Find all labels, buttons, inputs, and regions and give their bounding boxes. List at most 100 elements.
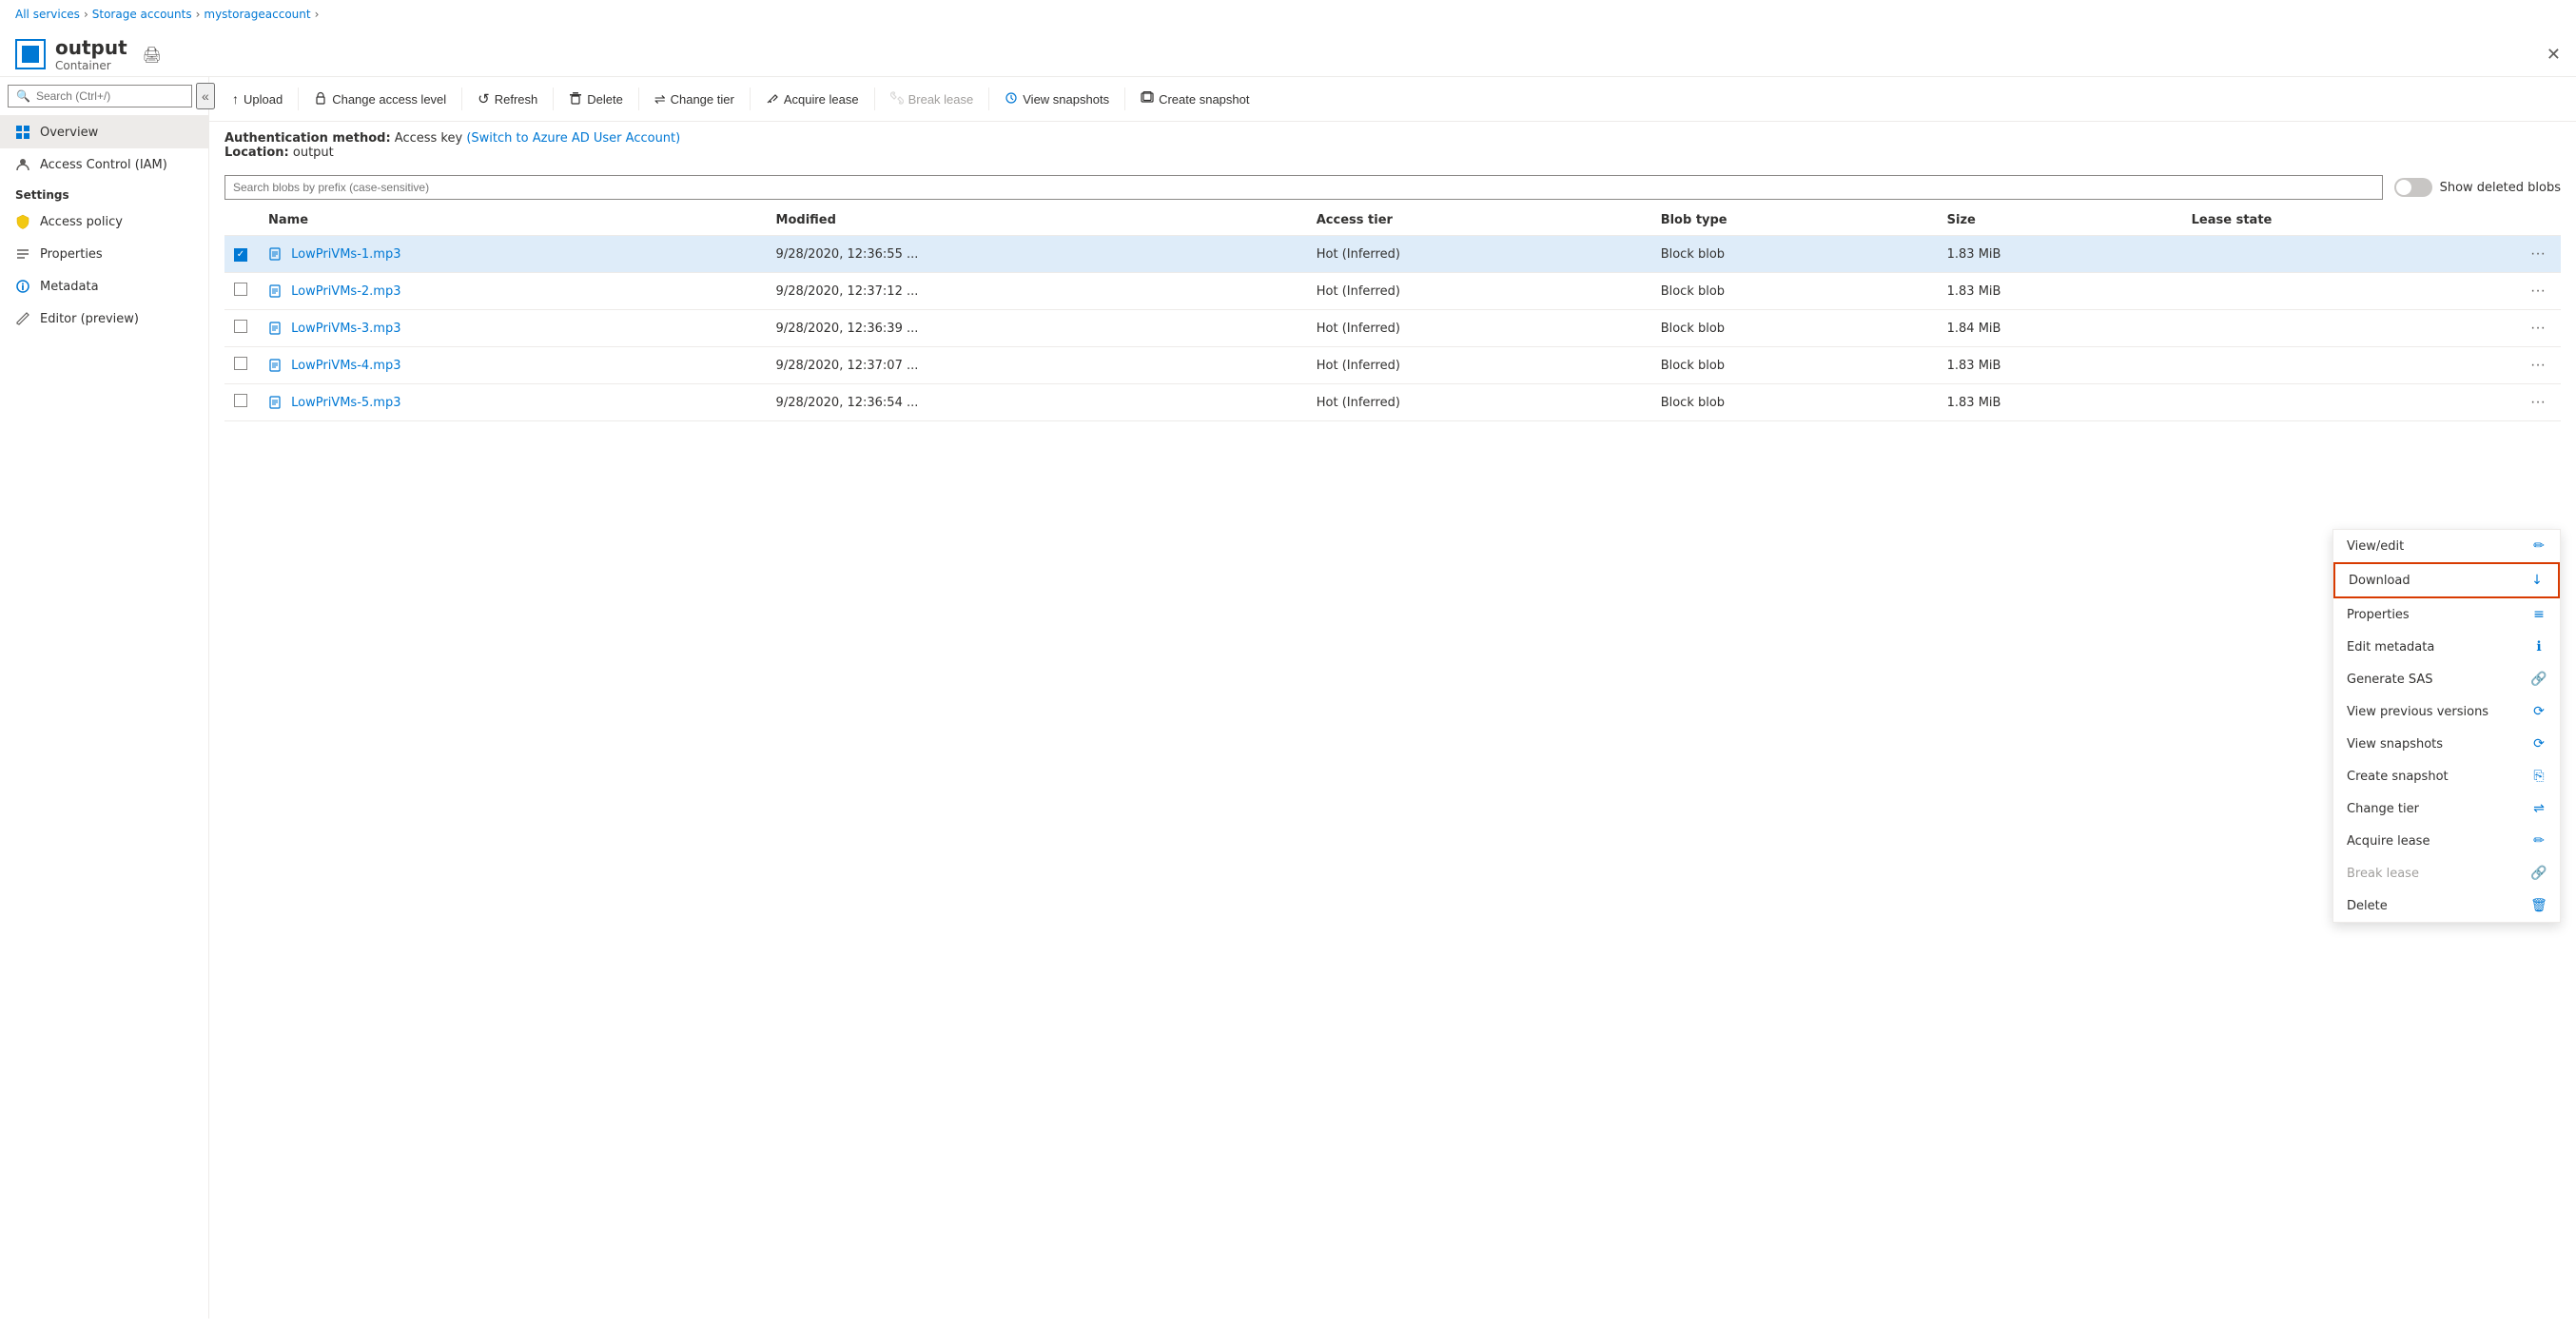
menu-item-acquire-lease[interactable]: Acquire lease ✏ xyxy=(2333,825,2560,857)
row-checkbox-1[interactable] xyxy=(224,236,259,273)
tier-icon: ⇌ xyxy=(654,91,666,107)
col-modified[interactable]: Modified xyxy=(767,205,1307,236)
menu-item-change-tier[interactable]: Change tier ⇌ xyxy=(2333,792,2560,825)
change-access-button[interactable]: Change access level xyxy=(306,86,454,113)
content-area: ↑ Upload Change access level ↺ Refresh xyxy=(209,77,2576,1318)
file-name-5[interactable]: LowPriVMs-5.mp3 xyxy=(291,396,400,410)
row-checkbox-5[interactable] xyxy=(224,384,259,421)
checkbox-2[interactable] xyxy=(234,283,247,296)
blob-search-input[interactable] xyxy=(233,181,2374,194)
overview-icon xyxy=(15,125,30,140)
breadcrumb-all-services[interactable]: All services xyxy=(15,8,80,21)
toggle-thumb xyxy=(2396,180,2411,195)
checkbox-4[interactable] xyxy=(234,357,247,370)
dots-button-2[interactable]: ··· xyxy=(2525,281,2551,302)
row-checkbox-4[interactable] xyxy=(224,347,259,384)
col-name[interactable]: Name xyxy=(259,205,767,236)
row-dots-2[interactable]: ··· xyxy=(2515,273,2561,310)
row-dots-5[interactable]: ··· xyxy=(2515,384,2561,421)
menu-icon-create-snapshot: ⎘ xyxy=(2531,769,2547,784)
row-access-tier-5: Hot (Inferred) xyxy=(1307,384,1651,421)
menu-label-generate-sas: Generate SAS xyxy=(2347,673,2433,687)
file-name-3[interactable]: LowPriVMs-3.mp3 xyxy=(291,322,400,336)
row-checkbox-3[interactable] xyxy=(224,310,259,347)
row-access-tier-2: Hot (Inferred) xyxy=(1307,273,1651,310)
show-deleted-toggle[interactable] xyxy=(2394,178,2432,197)
menu-item-view-prev-versions[interactable]: View previous versions ⟳ xyxy=(2333,695,2560,728)
toolbar-separator-3 xyxy=(553,88,554,110)
sidebar-editor-label: Editor (preview) xyxy=(40,312,139,326)
toolbar-separator-4 xyxy=(638,88,639,110)
row-access-tier-1: Hot (Inferred) xyxy=(1307,236,1651,273)
file-icon-4 xyxy=(268,359,285,373)
menu-item-view-edit[interactable]: View/edit ✏ xyxy=(2333,530,2560,562)
breadcrumb-mystorageaccount[interactable]: mystorageaccount xyxy=(204,8,310,21)
sidebar-item-access-policy[interactable]: Access policy xyxy=(0,205,208,238)
sidebar-item-overview[interactable]: Overview xyxy=(0,116,208,148)
menu-item-generate-sas[interactable]: Generate SAS 🔗 xyxy=(2333,663,2560,695)
refresh-button[interactable]: ↺ Refresh xyxy=(470,85,545,113)
menu-item-create-snapshot[interactable]: Create snapshot ⎘ xyxy=(2333,760,2560,792)
row-blob-type-4: Block blob xyxy=(1651,347,1938,384)
row-lease-state-1 xyxy=(2182,236,2515,273)
lock-icon xyxy=(314,91,327,107)
menu-item-download[interactable]: Download ↓ xyxy=(2333,562,2560,598)
close-button[interactable]: ✕ xyxy=(2547,45,2561,65)
col-access-tier[interactable]: Access tier xyxy=(1307,205,1651,236)
row-dots-4[interactable]: ··· xyxy=(2515,347,2561,384)
dots-button-4[interactable]: ··· xyxy=(2525,355,2551,376)
col-lease-state[interactable]: Lease state xyxy=(2182,205,2515,236)
delete-button[interactable]: Delete xyxy=(561,86,631,113)
menu-item-properties[interactable]: Properties ≡ xyxy=(2333,598,2560,631)
row-blob-type-5: Block blob xyxy=(1651,384,1938,421)
upload-button[interactable]: ↑ Upload xyxy=(224,86,290,112)
print-button[interactable]: 🖨 xyxy=(143,46,162,64)
editor-icon xyxy=(15,311,30,326)
blob-search-box[interactable] xyxy=(224,175,2383,200)
acquire-lease-button[interactable]: Acquire lease xyxy=(758,86,867,113)
col-blob-type[interactable]: Blob type xyxy=(1651,205,1938,236)
create-snapshot-button[interactable]: Create snapshot xyxy=(1133,86,1257,113)
change-tier-button[interactable]: ⇌ Change tier xyxy=(647,86,742,113)
row-checkbox-2[interactable] xyxy=(224,273,259,310)
sidebar-item-metadata[interactable]: i Metadata xyxy=(0,270,208,303)
row-dots-3[interactable]: ··· xyxy=(2515,310,2561,347)
checkbox-5[interactable] xyxy=(234,394,247,407)
row-blob-type-3: Block blob xyxy=(1651,310,1938,347)
sidebar-search-box[interactable]: 🔍 xyxy=(8,85,192,107)
table-row: LowPriVMs-2.mp3 9/28/2020, 12:37:12 ... … xyxy=(224,273,2561,310)
dots-button-1[interactable]: ··· xyxy=(2525,244,2551,264)
switch-auth-link[interactable]: (Switch to Azure AD User Account) xyxy=(466,131,680,146)
break-lease-button[interactable]: Break lease xyxy=(883,86,982,113)
table-row: LowPriVMs-4.mp3 9/28/2020, 12:37:07 ... … xyxy=(224,347,2561,384)
search-input[interactable] xyxy=(36,89,184,103)
file-name-4[interactable]: LowPriVMs-4.mp3 xyxy=(291,359,400,373)
menu-label-delete: Delete xyxy=(2347,899,2388,913)
search-icon: 🔍 xyxy=(16,89,30,103)
dots-button-3[interactable]: ··· xyxy=(2525,318,2551,339)
row-size-5: 1.83 MiB xyxy=(1938,384,2182,421)
menu-item-delete[interactable]: Delete 🗑 xyxy=(2333,889,2560,922)
file-name-1[interactable]: LowPriVMs-1.mp3 xyxy=(291,247,400,262)
menu-item-view-snapshots[interactable]: View snapshots ⟳ xyxy=(2333,728,2560,760)
container-icon xyxy=(15,39,46,69)
view-snapshots-button[interactable]: View snapshots xyxy=(997,86,1117,113)
file-name-2[interactable]: LowPriVMs-2.mp3 xyxy=(291,284,400,299)
row-blob-type-2: Block blob xyxy=(1651,273,1938,310)
sidebar-item-iam[interactable]: Access Control (IAM) xyxy=(0,148,208,181)
menu-icon-download: ↓ xyxy=(2529,573,2545,588)
breadcrumb-storage-accounts[interactable]: Storage accounts xyxy=(92,8,192,21)
row-modified-2: 9/28/2020, 12:37:12 ... xyxy=(767,273,1307,310)
row-dots-1[interactable]: ··· xyxy=(2515,236,2561,273)
menu-item-edit-metadata[interactable]: Edit metadata ℹ xyxy=(2333,631,2560,663)
sidebar-item-properties[interactable]: Properties xyxy=(0,238,208,270)
menu-label-edit-metadata: Edit metadata xyxy=(2347,640,2434,654)
file-icon-2 xyxy=(268,284,285,299)
col-size[interactable]: Size xyxy=(1938,205,2182,236)
checkbox-1[interactable] xyxy=(234,248,247,262)
dots-button-5[interactable]: ··· xyxy=(2525,392,2551,413)
properties-icon xyxy=(15,246,30,262)
checkbox-3[interactable] xyxy=(234,320,247,333)
sidebar-item-editor[interactable]: Editor (preview) xyxy=(0,303,208,335)
menu-label-break-lease: Break lease xyxy=(2347,867,2419,881)
